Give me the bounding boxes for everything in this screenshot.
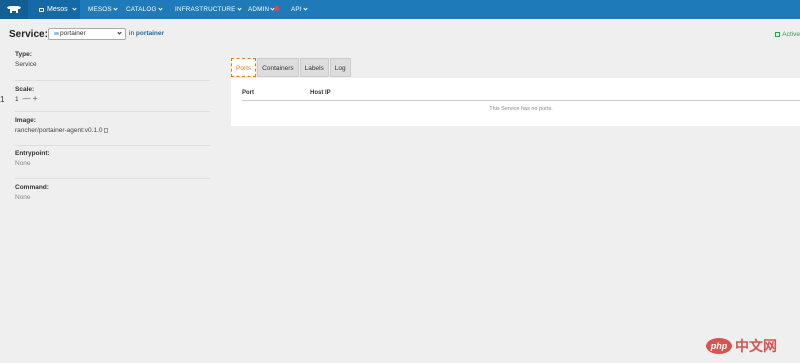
detail-tabs: Ports Containers Labels Log <box>231 58 351 78</box>
watermark: php 中文网 <box>706 336 777 356</box>
nav-item-label: API <box>291 6 302 13</box>
scale-row: 1 — + <box>15 95 210 103</box>
nav-item-label: INFRASTRUCTURE <box>175 6 236 13</box>
image-field: Image: rancher/portainer-agent:v0.1.0 <box>15 116 210 146</box>
type-value: Service <box>15 61 37 68</box>
tab-ports[interactable]: Ports <box>231 58 257 77</box>
scale-decrement-button[interactable]: — <box>23 95 31 103</box>
nav-item-mesos[interactable]: MESOS <box>88 0 118 19</box>
chevron-down-icon <box>303 6 308 11</box>
nav-item-label: MESOS <box>88 6 112 13</box>
entrypoint-field: Entrypoint: None <box>15 149 210 179</box>
nav-item-infrastructure[interactable]: INFRASTRUCTURE <box>175 0 242 19</box>
environment-name: Mesos <box>47 6 68 13</box>
stack-link[interactable]: portainer <box>136 30 164 37</box>
service-heading: Service: <box>9 29 48 40</box>
column-header-host-ip: Host IP <box>310 90 331 96</box>
status-badge: Active <box>775 31 800 38</box>
chevron-down-icon <box>270 6 275 11</box>
copy-icon[interactable] <box>104 127 109 133</box>
chevron-down-icon <box>113 6 118 11</box>
column-header-port: Port <box>242 90 254 96</box>
command-value: None <box>15 194 31 201</box>
entrypoint-value: None <box>15 160 31 167</box>
service-select-value: portainer <box>60 30 86 37</box>
watermark-text: 中文网 <box>735 338 777 354</box>
command-label: Command: <box>15 184 49 191</box>
command-field: Command: None <box>15 183 210 209</box>
scale-label: Scale: <box>15 86 35 93</box>
environment-switcher[interactable]: Mesos <box>28 0 80 19</box>
empty-ports-message: This Service has no ports. <box>489 106 553 112</box>
environment-icon <box>39 7 44 12</box>
ports-panel: Port Host IP This Service has no ports. <box>231 78 800 126</box>
image-label: Image: <box>15 117 36 124</box>
in-prefix: in <box>129 30 135 37</box>
tab-containers[interactable]: Containers <box>257 58 299 77</box>
watermark-badge: php <box>706 338 732 354</box>
service-icon <box>54 31 59 35</box>
nav-item-admin[interactable]: ADMIN <box>248 0 280 19</box>
alert-icon <box>275 6 280 11</box>
nav-item-label: CATALOG <box>126 6 157 13</box>
chevron-down-icon <box>236 6 242 11</box>
tab-log[interactable]: Log <box>329 58 351 77</box>
status-icon <box>775 32 781 37</box>
chevron-down-icon <box>117 30 122 35</box>
nav-item-label: ADMIN <box>248 6 270 13</box>
status-text: Active <box>782 31 800 38</box>
entrypoint-label: Entrypoint: <box>15 150 50 157</box>
scale-increment-button[interactable]: + <box>32 95 39 103</box>
rancher-logo[interactable] <box>0 0 28 19</box>
nav-item-catalog[interactable]: CATALOG <box>126 0 163 19</box>
chevron-down-icon <box>157 6 163 11</box>
scale-value: 1 <box>15 95 19 103</box>
chevron-down-icon <box>72 6 77 11</box>
stack-reference: in portainer <box>129 30 164 37</box>
image-value-row: rancher/portainer-agent:v0.1.0 <box>15 126 210 136</box>
scale-stepper: — + <box>23 95 39 103</box>
scale-field: Scale: 1 — + <box>15 85 210 112</box>
service-select[interactable]: portainer <box>48 28 126 40</box>
ports-table-header: Port Host IP <box>242 87 800 101</box>
rancher-cow-icon <box>7 6 21 13</box>
edge-glyph: 1 <box>0 95 5 104</box>
service-details: Type: Service Scale: 1 — + Image: ranche… <box>15 50 210 209</box>
tab-labels[interactable]: Labels <box>299 58 329 77</box>
type-label: Type: <box>15 51 32 58</box>
nav-item-api[interactable]: API <box>291 0 308 19</box>
image-value: rancher/portainer-agent:v0.1.0 <box>15 127 103 134</box>
top-nav-bar: Mesos MESOS CATALOG INFRASTRUCTURE ADMIN… <box>0 0 800 19</box>
type-field: Type: Service <box>15 50 210 81</box>
